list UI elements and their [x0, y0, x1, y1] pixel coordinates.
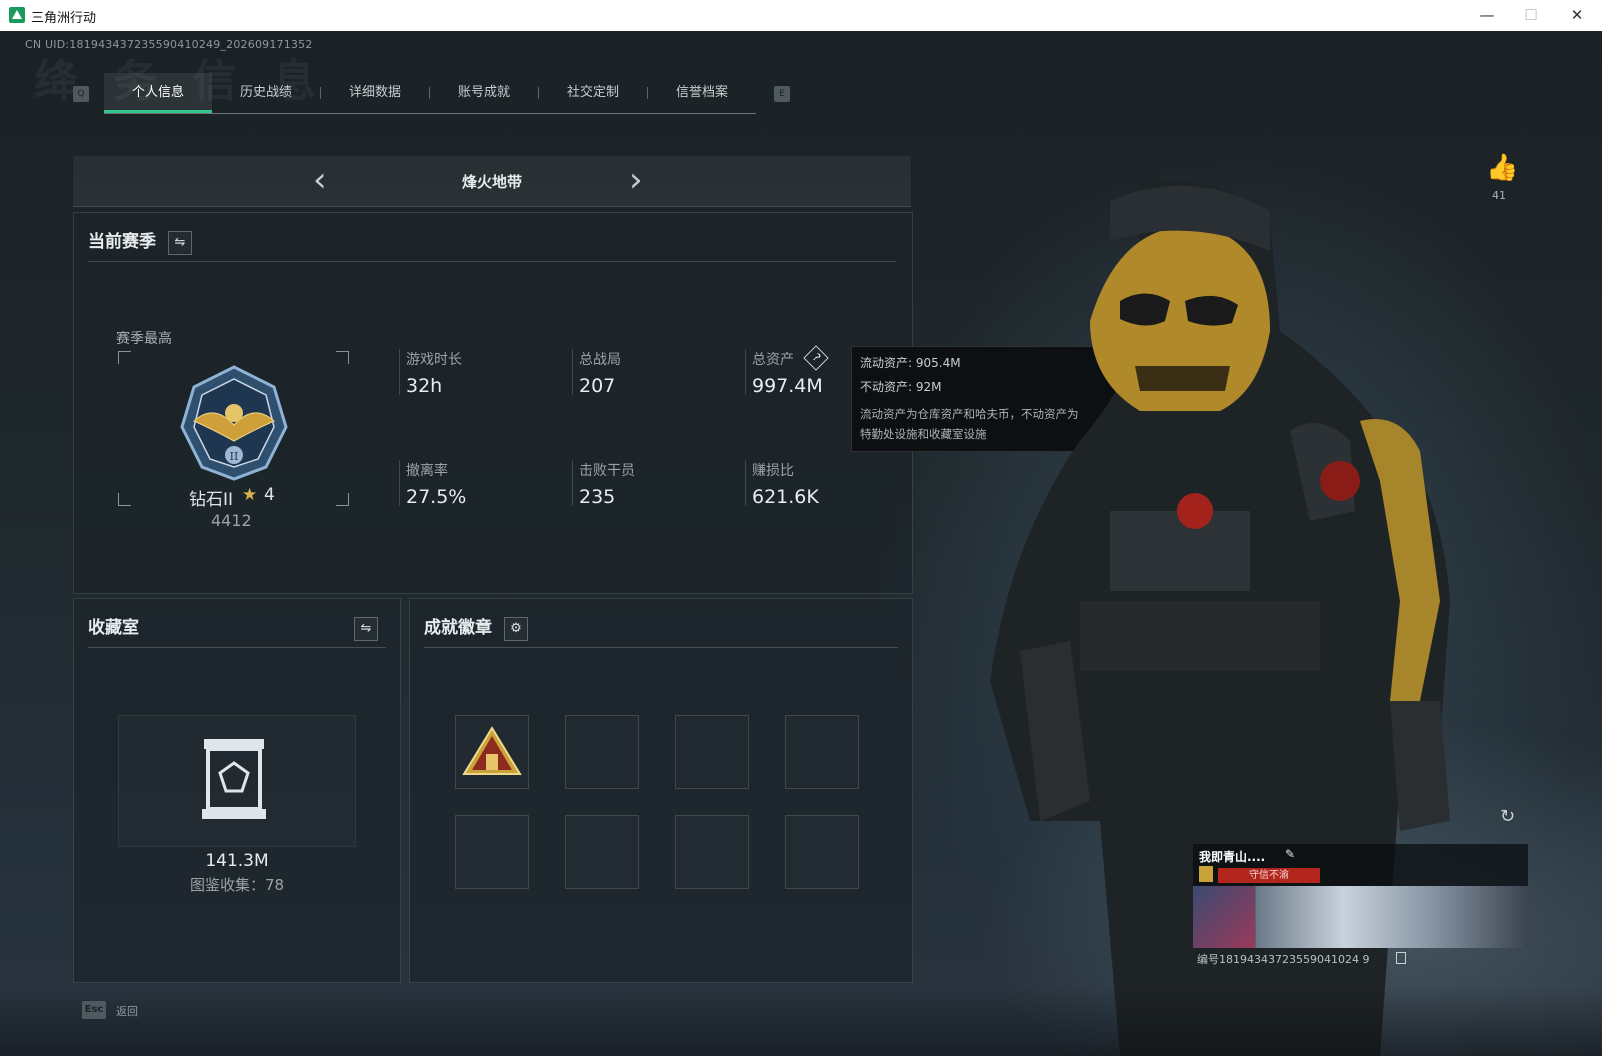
collection-panel-title: 收藏室 — [88, 618, 139, 638]
collection-room-panel[interactable]: 收藏室 ⇋ 141.3M 图鉴收集：78 — [73, 598, 401, 983]
stat-label-total-matches: 总战局 — [579, 352, 621, 368]
tab-next-key-hint[interactable]: E — [774, 86, 790, 102]
tab-match-history[interactable]: 历史战绩 — [212, 73, 320, 113]
panel-divider — [88, 647, 386, 648]
player-avatar — [1193, 886, 1255, 948]
tab-social-custom[interactable]: 社交定制 — [539, 73, 647, 113]
game-viewport: 绛 务 信 息 CN UID:1819434372355904102​49_20… — [0, 31, 1602, 1056]
app-logo-icon — [9, 7, 25, 23]
window-title: 三角洲行动 — [31, 11, 97, 26]
stat-label-profit-ratio: 赚损比 — [752, 463, 794, 479]
rank-points: 4412 — [211, 511, 252, 530]
stat-divider — [572, 349, 573, 395]
likes-count: 41 — [1492, 189, 1506, 202]
current-season-panel: 当前赛季 ⇋ 赛季最高 II 钻石II ★ 4 4412 游戏时长 32h 总战… — [73, 212, 913, 594]
stat-divider — [572, 460, 573, 506]
tab-achievements[interactable]: 账号成就 — [430, 73, 538, 113]
close-button[interactable]: ✕ — [1554, 0, 1600, 31]
player-id-number: 编号18194343723559041024 9 — [1197, 953, 1370, 966]
stat-divider — [745, 349, 746, 395]
profile-tab-bar: 个人信息 历史战绩 详细数据 账号成就 社交定制 信誉档案 — [104, 73, 756, 114]
player-card[interactable]: 我即青山.... ✎ 守信不渝 — [1193, 844, 1528, 948]
display-case-icon — [202, 739, 266, 819]
badges-panel-title: 成就徽章 — [424, 618, 492, 638]
player-title-tag: 守信不渝 — [1218, 868, 1320, 883]
stat-value-profit-ratio: 621.6K — [752, 486, 819, 508]
tooltip-description-line: 特勤处设施和收藏室设施 — [860, 427, 987, 441]
stat-divider — [399, 460, 400, 506]
svg-text:II: II — [230, 450, 239, 463]
badge-slot[interactable] — [455, 715, 529, 789]
collection-switch-button[interactable]: ⇋ — [354, 617, 378, 641]
rank-stars-count: 4 — [264, 485, 275, 505]
badge-slot[interactable] — [675, 715, 749, 789]
panel-divider — [424, 647, 898, 648]
tab-prev-key-hint[interactable]: Q — [73, 86, 89, 102]
maximize-button[interactable]: ☐ — [1508, 0, 1554, 31]
refresh-icon[interactable]: ↻ — [1500, 806, 1515, 827]
bottom-bar — [0, 986, 1602, 1056]
player-banner — [1193, 886, 1528, 948]
season-best-caption: 赛季最高 — [116, 331, 172, 347]
rank-name: 钻石II — [189, 490, 234, 510]
thumbs-up-icon[interactable]: 👍 — [1486, 153, 1518, 183]
badge-slot[interactable] — [785, 815, 859, 889]
stat-value-extraction-rate: 27.5% — [406, 486, 467, 508]
tab-detailed-data[interactable]: 详细数据 — [321, 73, 429, 113]
stat-value-total-assets: 997.4M — [752, 375, 823, 397]
back-label[interactable]: 返回 — [116, 1003, 138, 1019]
badge-slot[interactable] — [565, 715, 639, 789]
player-uid: CN UID:1819434372355904102​49_2026091713… — [25, 38, 313, 51]
season-switch-button[interactable]: ⇋ — [168, 231, 192, 255]
rank-emblem-icon: II — [180, 365, 288, 481]
mode-selector: ‹ 烽火地带 › — [73, 156, 911, 207]
badge-slot[interactable] — [565, 815, 639, 889]
frame-corner — [118, 351, 131, 364]
collection-value: 141.3M — [205, 851, 269, 871]
stat-label-extraction-rate: 撤离率 — [406, 463, 448, 479]
stat-value-playtime: 32h — [406, 375, 443, 397]
minimize-button[interactable]: — — [1464, 0, 1510, 31]
mode-next-arrow-icon[interactable]: › — [629, 163, 643, 197]
panel-divider — [88, 261, 896, 262]
stat-label-operators-defeated: 击败干员 — [579, 463, 635, 479]
badges-settings-button[interactable]: ⚙ — [504, 617, 528, 641]
season-panel-title: 当前赛季 — [88, 232, 156, 252]
pyramid-badge-icon — [462, 726, 522, 775]
assets-help-icon[interactable]: ? — [803, 345, 829, 371]
tooltip-liquid-assets: 流动资产: 905.4M — [860, 356, 961, 370]
stat-divider — [745, 460, 746, 506]
player-name: 我即青山.... — [1199, 850, 1266, 864]
badge-slot[interactable] — [785, 715, 859, 789]
mode-title: 烽火地带 — [461, 173, 522, 191]
esc-key-hint[interactable]: Esc — [82, 1001, 106, 1019]
frame-corner — [336, 351, 349, 364]
copy-icon[interactable] — [1396, 952, 1406, 964]
stat-divider — [399, 349, 400, 395]
badge-slot[interactable] — [675, 815, 749, 889]
rank-crest-icon — [1199, 866, 1213, 882]
stat-label-playtime: 游戏时长 — [406, 352, 462, 368]
stat-label-total-assets: 总资产 — [752, 352, 794, 368]
edit-pencil-icon[interactable]: ✎ — [1285, 847, 1295, 861]
tab-reputation[interactable]: 信誉档案 — [648, 73, 756, 113]
frame-corner — [336, 493, 349, 506]
rank-star-icon: ★ — [242, 485, 258, 505]
achievement-badges-panel: 成就徽章 ⚙ — [409, 598, 913, 983]
tab-personal-info[interactable]: 个人信息 — [104, 73, 212, 113]
stat-value-total-matches: 207 — [579, 375, 616, 397]
player-card-header: 我即青山.... ✎ 守信不渝 — [1193, 844, 1528, 886]
collection-count: 图鉴收集：78 — [189, 876, 285, 894]
frame-corner — [118, 493, 131, 506]
badge-slot[interactable] — [455, 815, 529, 889]
stat-value-operators-defeated: 235 — [579, 486, 616, 508]
tooltip-fixed-assets: 不动资产: 92M — [860, 380, 942, 394]
window-titlebar: 三角洲行动 — ☐ ✕ — [0, 0, 1602, 32]
